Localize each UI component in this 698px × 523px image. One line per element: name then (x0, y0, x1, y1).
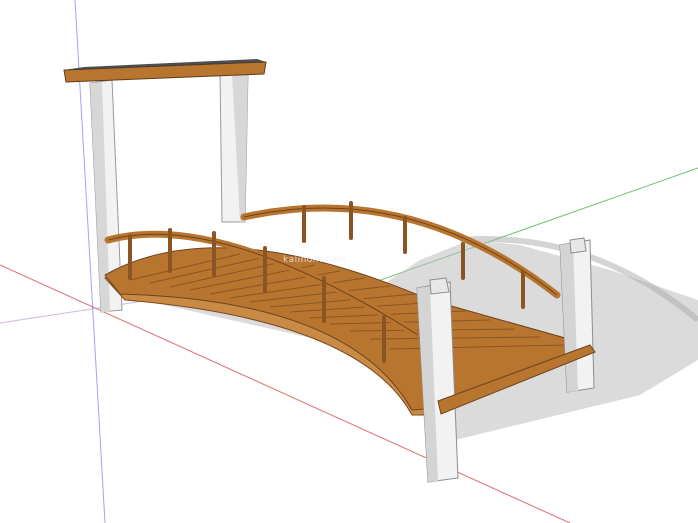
back-right-post-cap (569, 237, 587, 254)
bridge-model-scene (0, 0, 698, 523)
front-right-post-cap (429, 277, 450, 295)
purple-axis-line (0, 299, 151, 324)
3d-viewport[interactable]: kalinom.com (0, 0, 698, 523)
